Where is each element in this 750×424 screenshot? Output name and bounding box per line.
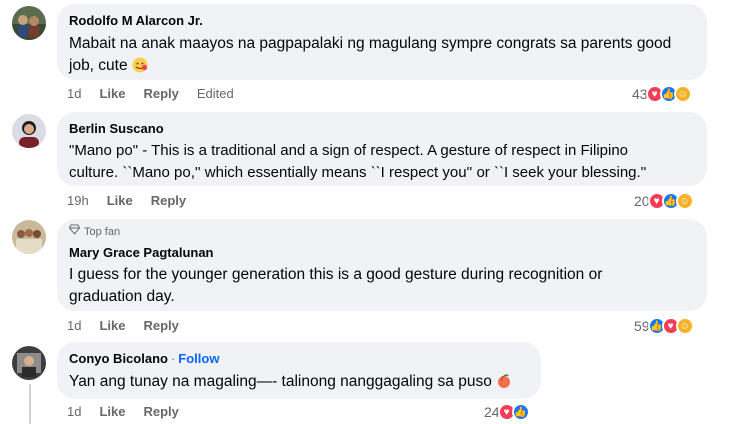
care-icon: ☺ <box>675 192 694 210</box>
like-button[interactable]: Like <box>99 318 125 334</box>
edited-label[interactable]: Edited <box>197 86 234 102</box>
reaction-summary[interactable]: 20 ♥ 👍 ☺ <box>634 192 694 210</box>
avatar[interactable] <box>12 346 46 380</box>
avatar[interactable] <box>12 220 46 254</box>
comment-author[interactable]: Berlin Suscano <box>69 120 695 137</box>
care-icon: ☺ <box>675 317 694 335</box>
comment-author-row: Conyo Bicolano · Follow <box>69 350 529 367</box>
comment-author[interactable]: Rodolfo M Alarcon Jr. <box>69 12 695 29</box>
top-fan-badge: Top fan <box>68 224 695 239</box>
reaction-summary[interactable]: 59 👍 ♥ ☺ <box>634 317 694 335</box>
comment-text-line: job, cute <box>69 57 128 74</box>
comment-text-line: "Mano po" - This is a traditional and a … <box>69 142 629 159</box>
reply-button[interactable]: Reply <box>143 318 178 334</box>
avatar[interactable] <box>12 114 46 148</box>
like-icon: 👍 <box>511 403 530 421</box>
reply-button[interactable]: Reply <box>143 86 178 102</box>
avatar[interactable] <box>12 6 46 40</box>
comment-text-line: job, cute <box>69 55 695 80</box>
comment-text-line: graduation day. <box>69 288 175 305</box>
comment-text-line: culture. ``Mano po,'' which essentially … <box>69 164 647 181</box>
hug-emoji-icon <box>132 57 148 80</box>
separator-dot: · <box>170 351 176 366</box>
comment-actions: 1d Like Reply <box>67 318 179 334</box>
comment-actions: 1d Like Reply <box>67 404 179 420</box>
comment-actions: 19h Like Reply <box>67 193 186 209</box>
peach-emoji-icon <box>496 373 512 396</box>
comment-text-line: I guess for the younger generation this … <box>69 266 603 283</box>
like-button[interactable]: Like <box>99 404 125 420</box>
comment-bubble: Berlin Suscano "Mano po" - This is a tra… <box>57 112 707 186</box>
like-button[interactable]: Like <box>107 193 133 209</box>
comment-time[interactable]: 1d <box>67 86 81 102</box>
comment-text-line: Yan ang tunay na magaling—- talinong nan… <box>69 371 529 396</box>
comment-bubble: Rodolfo M Alarcon Jr. Mabait na anak maa… <box>57 4 707 80</box>
comment-bubble: Top fan Mary Grace Pagtalunan I guess fo… <box>57 219 707 311</box>
comment-bubble: Conyo Bicolano · Follow Yan ang tunay na m… <box>57 342 541 399</box>
comment-actions: 1d Like Reply Edited <box>67 86 234 102</box>
comment-time[interactable]: 1d <box>67 404 81 420</box>
comment-author[interactable]: Mary Grace Pagtalunan <box>69 244 695 261</box>
comment-text-line: Yan ang tunay na magaling—- talinong nan… <box>69 373 492 390</box>
reaction-summary[interactable]: 43 ♥ 👍 ☺ <box>632 85 692 103</box>
reaction-summary[interactable]: 24 ♥ 👍 <box>484 403 530 421</box>
comment-time[interactable]: 1d <box>67 318 81 334</box>
top-fan-label: Top fan <box>84 225 121 238</box>
reply-button[interactable]: Reply <box>143 404 178 420</box>
thread-line <box>29 384 31 424</box>
diamond-icon <box>68 224 81 239</box>
comment-time[interactable]: 19h <box>67 193 89 209</box>
care-icon: ☺ <box>673 85 692 103</box>
comment-author[interactable]: Conyo Bicolano <box>69 351 168 366</box>
follow-button[interactable]: Follow <box>178 351 219 366</box>
like-button[interactable]: Like <box>99 86 125 102</box>
reply-button[interactable]: Reply <box>151 193 186 209</box>
comment-text-line: Mabait na anak maayos na pagpapalaki ng … <box>69 35 672 52</box>
